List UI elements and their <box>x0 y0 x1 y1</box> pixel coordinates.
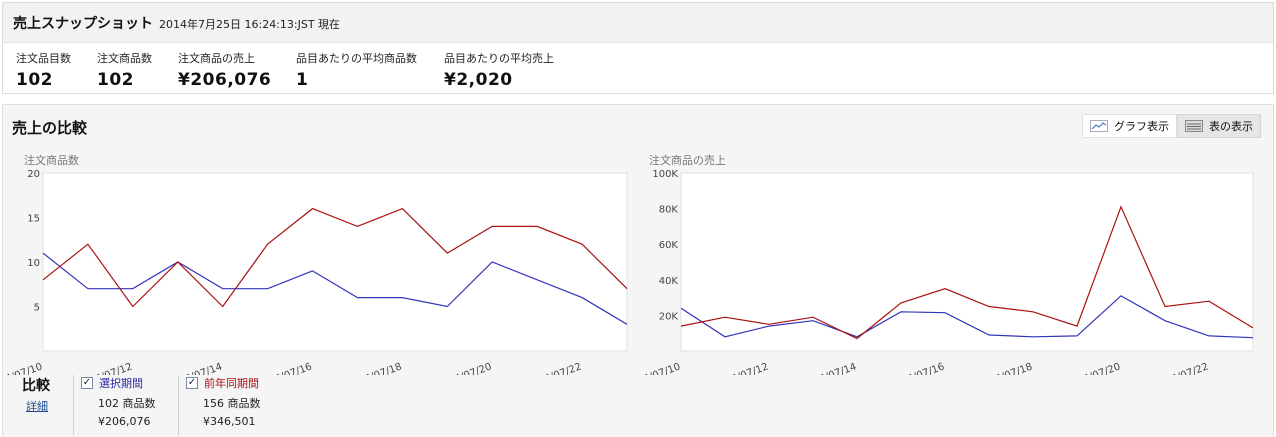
selected-period-checkbox[interactable]: ✓ <box>81 377 93 389</box>
sales-snapshot-panel: 売上スナップショット 2014年7月25日 16:24:13:JST 現在 注文… <box>2 2 1274 94</box>
metric-label: 注文商品の売上 <box>178 52 255 65</box>
x-tick-label: 14/07/18 <box>357 361 403 375</box>
x-tick-label: 14/07/18 <box>988 361 1034 375</box>
metric-label: 注文品目数 <box>16 52 71 65</box>
metric-value: ¥206,076 <box>178 70 272 90</box>
y-tick-label: 20 <box>27 169 40 180</box>
x-tick-label: 14/07/12 <box>88 361 134 375</box>
metric-avg-units-per-item: 品目あたりの平均商品数 1 <box>296 50 417 90</box>
legend-selected-period: ✓ 選択期間 102 商品数 ¥206,076 <box>73 375 156 435</box>
snapshot-metrics: 注文品目数 102 注文商品数 102 注文商品の売上 ¥206,076 品目あ… <box>3 43 1273 93</box>
metric-label: 注文商品数 <box>97 52 152 65</box>
metric-label: 品目あたりの平均商品数 <box>296 52 417 65</box>
line-chart-icon <box>1090 120 1108 132</box>
prior-year-checkbox[interactable]: ✓ <box>186 377 198 389</box>
x-tick-label: 14/07/20 <box>1076 361 1122 375</box>
y-tick-label: 100K <box>652 169 678 180</box>
metric-avg-sales-per-item: 品目あたりの平均売上 ¥2,020 <box>444 50 554 90</box>
selected-period-name: 選択期間 <box>99 377 143 390</box>
y-tick-label: 80K <box>659 205 679 216</box>
metric-label: 品目あたりの平均売上 <box>444 52 554 65</box>
snapshot-timestamp: 2014年7月25日 16:24:13:JST 現在 <box>159 17 341 31</box>
view-toggle: グラフ表示 表の表示 <box>1082 114 1261 138</box>
sales-line-chart: 100K 80K 60K 40K 20K 14/07/10 14/07/12 14/07/14… <box>637 169 1254 375</box>
y-tick-label: 15 <box>27 214 40 225</box>
x-tick-label: 14/07/14 <box>178 361 224 375</box>
y-tick-label: 10 <box>27 258 40 269</box>
y-tick-label: 5 <box>34 303 40 314</box>
metric-value: 1 <box>296 70 309 90</box>
graph-view-button[interactable]: グラフ表示 <box>1082 114 1177 138</box>
x-tick-label: 14/07/10 <box>637 361 682 375</box>
units-line-chart: 20 15 10 5 14/07/10 14/07/12 14/07/14 14/07/16 1… <box>3 169 628 375</box>
prior-year-name: 前年同期間 <box>204 377 259 390</box>
y-tick-label: 20K <box>659 311 679 322</box>
table-view-label: 表の表示 <box>1209 120 1253 133</box>
x-tick-label: 14/07/16 <box>268 361 314 375</box>
x-tick-label: 14/07/22 <box>537 361 583 375</box>
x-tick-label: 14/07/16 <box>900 361 946 375</box>
sales-comparison-panel: 売上の比較 グラフ表示 表の表示 注文商品数 注文商品の売上 20 15 10 5 14… <box>2 104 1274 437</box>
y-tick-label: 40K <box>659 276 679 287</box>
metric-order-items: 注文品目数 102 <box>16 50 71 90</box>
snapshot-title: 売上スナップショット <box>13 15 153 32</box>
legend-prior-year-period: ✓ 前年同期間 156 商品数 ¥346,501 <box>178 375 261 435</box>
comparison-title: 売上の比較 <box>12 119 88 137</box>
metric-value: 102 <box>97 70 134 90</box>
x-tick-label: 14/07/10 <box>3 361 44 375</box>
prior-year-sales: ¥346,501 <box>203 415 256 428</box>
metric-ordered-sales: 注文商品の売上 ¥206,076 <box>178 50 271 90</box>
graph-view-label: グラフ表示 <box>1114 120 1169 133</box>
legend-title: 比較 <box>22 378 50 394</box>
metric-order-units: 注文商品数 102 <box>97 50 152 90</box>
x-tick-label: 14/07/14 <box>812 361 858 375</box>
table-view-button[interactable]: 表の表示 <box>1177 114 1261 138</box>
x-tick-label: 14/07/12 <box>724 361 770 375</box>
metric-value: 102 <box>16 70 53 90</box>
details-link[interactable]: 詳細 <box>26 398 48 414</box>
table-icon <box>1185 120 1203 132</box>
prior-year-count: 156 商品数 <box>203 397 261 410</box>
snapshot-header: 売上スナップショット 2014年7月25日 16:24:13:JST 現在 <box>3 3 1273 43</box>
x-tick-label: 14/07/20 <box>447 361 493 375</box>
selected-period-count: 102 商品数 <box>98 397 156 410</box>
x-tick-label: 14/07/22 <box>1164 361 1210 375</box>
selected-period-sales: ¥206,076 <box>98 415 151 428</box>
metric-value: ¥2,020 <box>444 70 513 90</box>
y-tick-label: 60K <box>659 240 679 251</box>
plot-area <box>42 172 628 352</box>
